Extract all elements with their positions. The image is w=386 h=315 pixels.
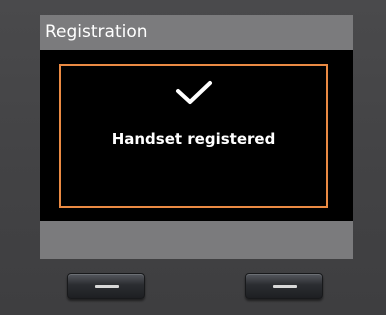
softkey-bar [40, 221, 353, 259]
handset-device: Registration Handset registered [0, 0, 386, 315]
line-icon [95, 285, 119, 288]
checkmark-icon [176, 81, 212, 104]
screen-title: Registration [45, 22, 148, 42]
right-softkey-button[interactable] [245, 273, 323, 299]
title-bar: Registration [40, 15, 353, 50]
status-message: Handset registered [111, 130, 276, 148]
line-icon [273, 285, 297, 288]
display-screen: Registration Handset registered [40, 15, 353, 259]
status-message-box: Handset registered [59, 64, 328, 208]
left-softkey-button[interactable] [67, 273, 145, 299]
